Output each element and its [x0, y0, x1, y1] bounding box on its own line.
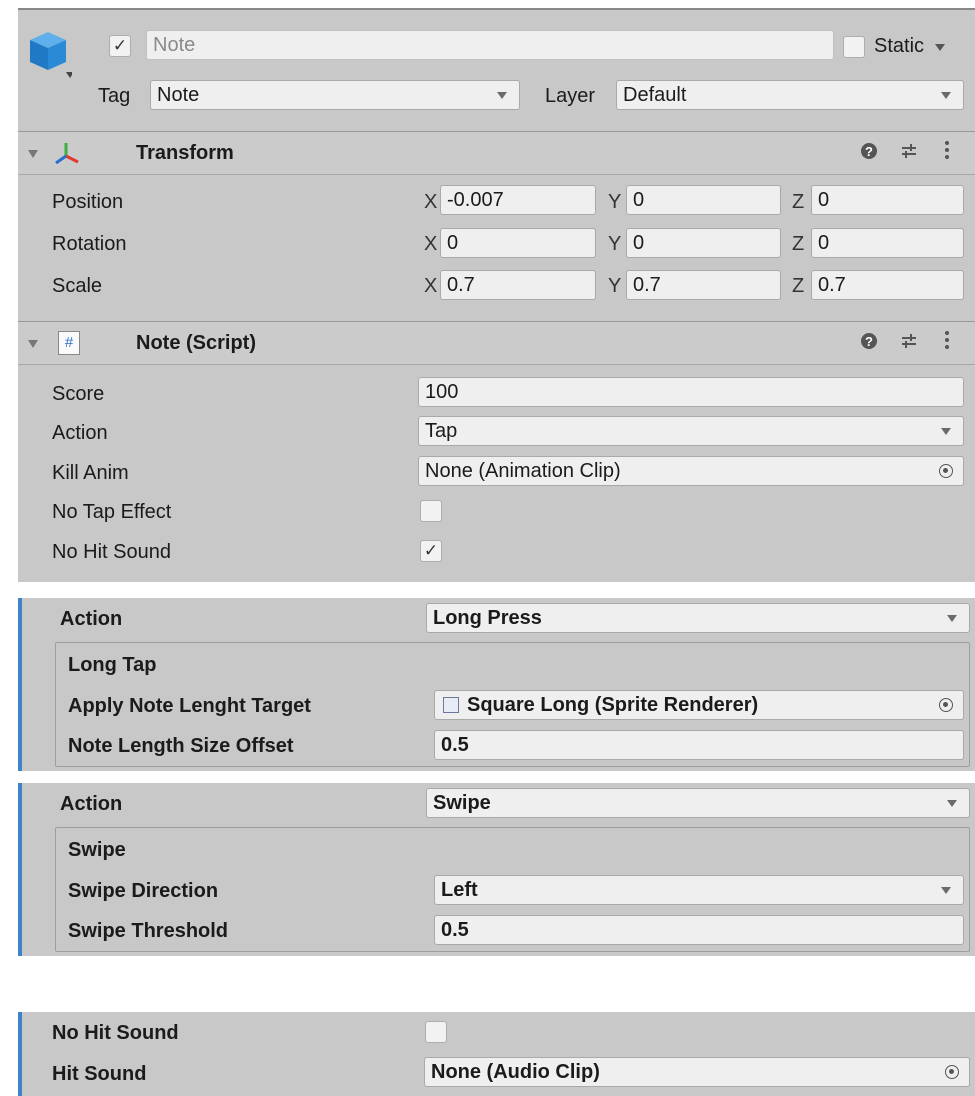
scale-x-input[interactable]: 0.7	[440, 270, 596, 300]
position-z-input[interactable]: 0	[811, 185, 964, 215]
long-tap-title: Long Tap	[68, 654, 157, 676]
position-y-input[interactable]: 0	[626, 185, 781, 215]
gameobject-cube-icon[interactable]	[28, 30, 74, 80]
swipe-direction-dropdown[interactable]: Left	[434, 875, 964, 905]
svg-text:?: ?	[865, 334, 873, 349]
sprite-renderer-icon	[443, 697, 459, 713]
chevron-down-icon	[497, 92, 507, 99]
chevron-down-icon	[941, 887, 951, 894]
action-dropdown[interactable]: Tap	[418, 416, 964, 446]
position-x-label[interactable]: X	[424, 188, 437, 216]
length-offset-input[interactable]: 0.5	[434, 730, 964, 760]
tag-label: Tag	[98, 85, 131, 107]
apply-target-field[interactable]: Square Long (Sprite Renderer)	[434, 690, 964, 720]
object-picker-icon[interactable]	[939, 698, 953, 712]
hit-sound-label: Hit Sound	[52, 1063, 147, 1085]
swipe-threshold-input[interactable]: 0.5	[434, 915, 964, 945]
help-icon[interactable]: ?	[860, 142, 878, 165]
score-label: Score	[52, 383, 105, 405]
note-script-header[interactable]: # Note (Script) ?	[18, 321, 975, 365]
foldout-arrow-icon[interactable]	[28, 340, 38, 348]
no-hit-sound-checkbox[interactable]	[425, 1021, 447, 1043]
swipe-action-dropdown[interactable]: Swipe	[426, 788, 970, 818]
no-hit-sound-label: No Hit Sound	[52, 541, 171, 563]
transform-icon	[54, 140, 82, 168]
svg-text:?: ?	[865, 144, 873, 159]
scale-x-label[interactable]: X	[424, 272, 437, 300]
length-offset-label: Note Length Size Offset	[68, 735, 294, 757]
script-icon: #	[58, 331, 80, 355]
foldout-arrow-icon[interactable]	[28, 150, 38, 158]
layer-label: Layer	[545, 85, 596, 107]
modified-indicator	[18, 1012, 22, 1096]
score-input[interactable]: 100	[418, 377, 964, 407]
action-label: Action	[52, 422, 108, 444]
scale-y-label[interactable]: Y	[608, 272, 621, 300]
static-checkbox[interactable]	[843, 36, 865, 58]
position-z-label[interactable]: Z	[792, 188, 804, 216]
apply-target-label: Apply Note Lenght Target	[68, 695, 311, 717]
static-label[interactable]: Static	[874, 32, 924, 60]
active-checkbox[interactable]: ✓	[109, 35, 131, 57]
rotation-y-label[interactable]: Y	[608, 230, 621, 258]
long-press-action-label: Action	[60, 608, 123, 630]
kill-anim-label: Kill Anim	[52, 462, 129, 484]
swipe-threshold-label: Swipe Threshold	[68, 920, 229, 942]
no-hit-sound-label: No Hit Sound	[52, 1022, 179, 1044]
modified-indicator	[18, 783, 22, 956]
rotation-x-label[interactable]: X	[424, 230, 437, 258]
no-tap-effect-checkbox[interactable]	[420, 500, 442, 522]
chevron-down-icon	[947, 800, 957, 807]
scale-label: Scale	[52, 275, 103, 297]
no-tap-effect-label: No Tap Effect	[52, 501, 172, 523]
no-hit-sound-checkbox[interactable]: ✓	[420, 540, 442, 562]
tag-dropdown[interactable]: Note	[150, 80, 520, 110]
object-name-input[interactable]: Note	[146, 30, 834, 60]
hit-sound-field[interactable]: None (Audio Clip)	[424, 1057, 970, 1087]
static-dropdown-arrow-icon[interactable]	[935, 44, 945, 51]
swipe-action-label: Action	[60, 793, 123, 815]
object-picker-icon[interactable]	[939, 464, 953, 478]
position-x-input[interactable]: -0.007	[440, 185, 596, 215]
position-label: Position	[52, 191, 124, 213]
long-press-action-dropdown[interactable]: Long Press	[426, 603, 970, 633]
rotation-z-input[interactable]: 0	[811, 228, 964, 258]
rotation-z-label[interactable]: Z	[792, 230, 804, 258]
help-icon[interactable]: ?	[860, 332, 878, 355]
scale-z-input[interactable]: 0.7	[811, 270, 964, 300]
rotation-x-input[interactable]: 0	[440, 228, 596, 258]
rotation-y-input[interactable]: 0	[626, 228, 781, 258]
chevron-down-icon	[947, 615, 957, 622]
object-picker-icon[interactable]	[945, 1065, 959, 1079]
kill-anim-field[interactable]: None (Animation Clip)	[418, 456, 964, 486]
more-options-icon[interactable]	[944, 330, 950, 355]
scale-y-input[interactable]: 0.7	[626, 270, 781, 300]
component-title: Transform	[136, 142, 234, 164]
preset-settings-icon[interactable]	[900, 142, 918, 165]
swipe-title: Swipe	[68, 839, 126, 861]
transform-header[interactable]: Transform ?	[18, 131, 975, 175]
chevron-down-icon	[941, 428, 951, 435]
rotation-label: Rotation	[52, 233, 127, 255]
scale-z-label[interactable]: Z	[792, 272, 804, 300]
preset-settings-icon[interactable]	[900, 332, 918, 355]
position-y-label[interactable]: Y	[608, 188, 621, 216]
swipe-direction-label: Swipe Direction	[68, 880, 219, 902]
modified-indicator	[18, 598, 22, 771]
more-options-icon[interactable]	[944, 140, 950, 165]
chevron-down-icon	[941, 92, 951, 99]
layer-dropdown[interactable]: Default	[616, 80, 964, 110]
component-title: Note (Script)	[136, 332, 256, 354]
